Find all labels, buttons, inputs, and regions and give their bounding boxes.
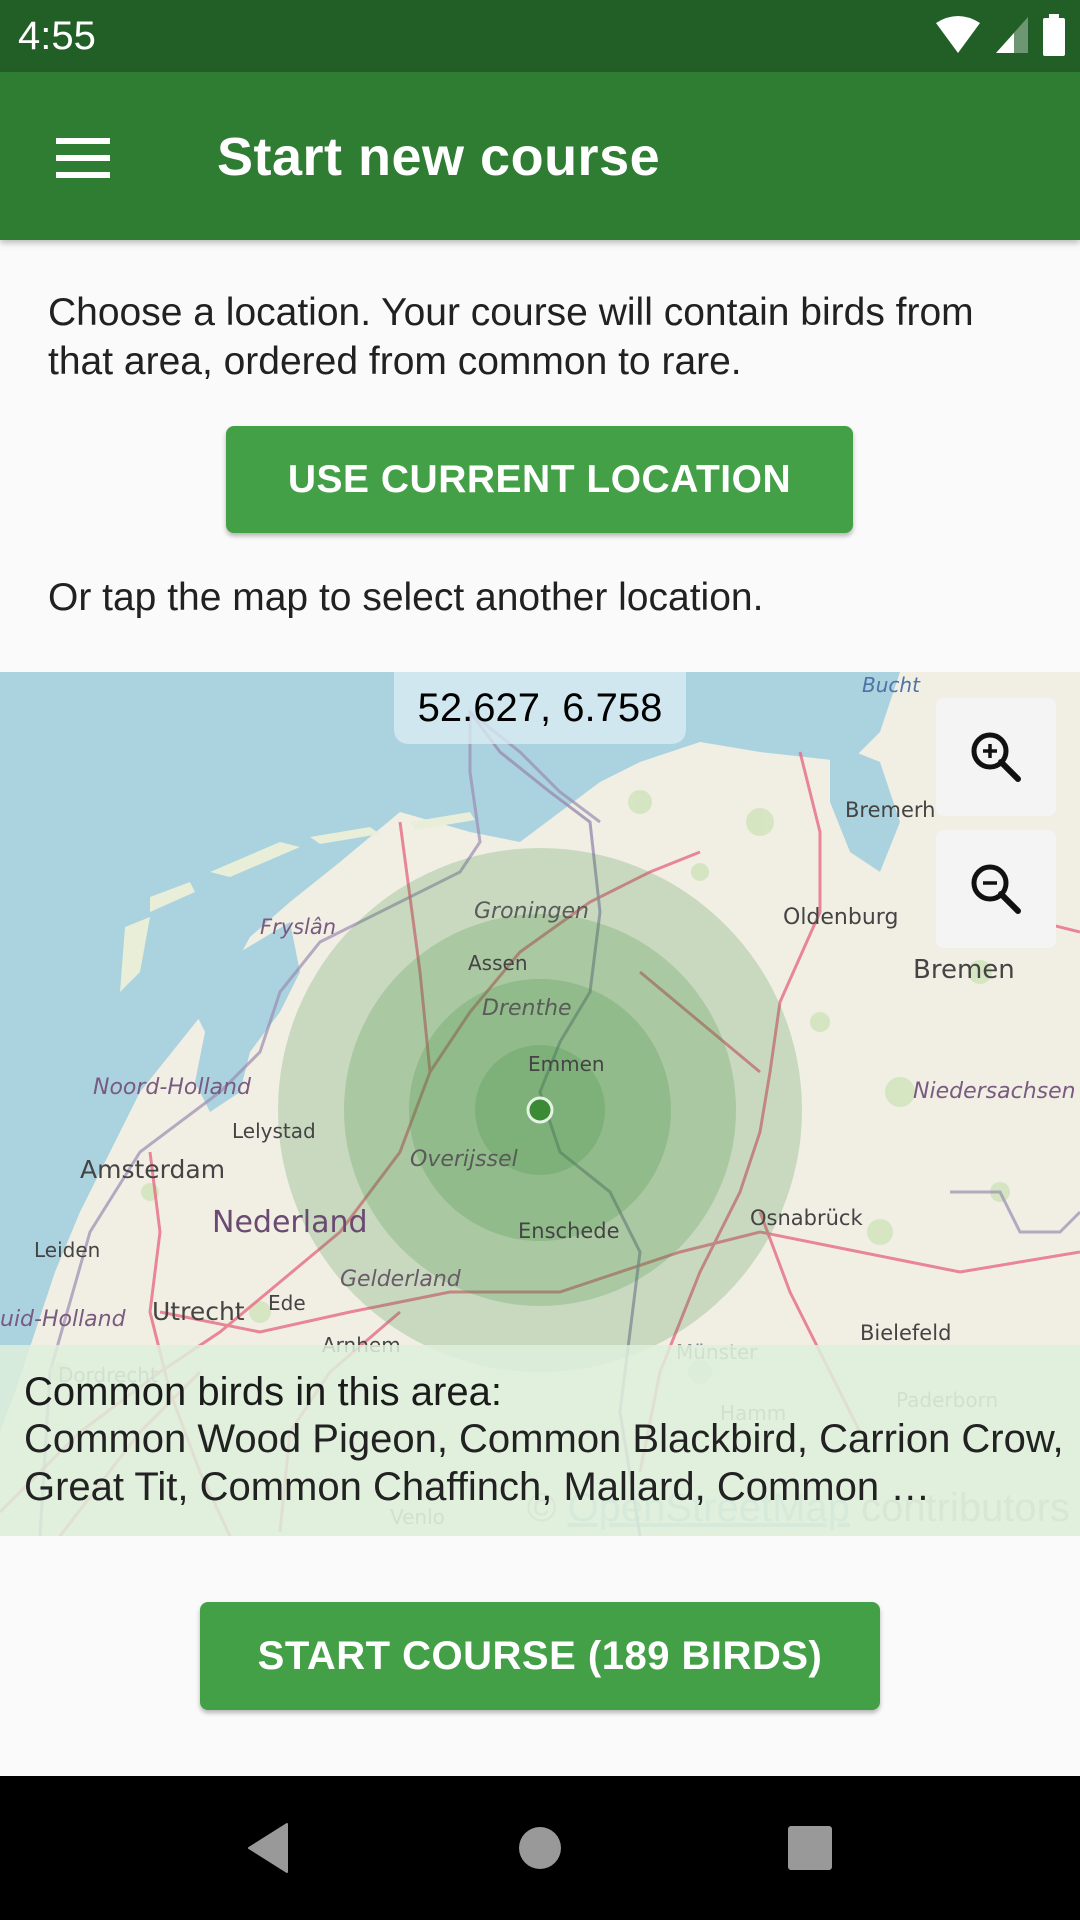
back-button[interactable] [228, 1816, 308, 1880]
map-label-osnabruck: Osnabrück [750, 1206, 863, 1230]
map-label-amsterdam: Amsterdam [80, 1155, 225, 1184]
wifi-icon [936, 16, 980, 53]
map-instruction-text: Or tap the map to select another locatio… [48, 576, 764, 619]
map-label-oldenburg: Oldenburg [783, 905, 898, 930]
map-label-assen: Assen [468, 951, 528, 975]
map-label-lelystad: Lelystad [232, 1119, 316, 1143]
map-label-bielefeld: Bielefeld [860, 1321, 951, 1345]
map-label-niedersachsen: Niedersachsen [913, 1079, 1076, 1104]
location-marker [526, 1096, 554, 1124]
common-birds-list: Common Wood Pigeon, Common Blackbird, Ca… [24, 1417, 1064, 1509]
map-label-emmen: Emmen [528, 1052, 605, 1076]
status-bar: 4:55 [0, 0, 1080, 72]
status-icons [934, 14, 1066, 56]
coordinates-readout: 52.627, 6.758 [394, 672, 686, 744]
map-label-utrecht: Utrecht [152, 1297, 245, 1326]
map-label-groningen: Groningen [474, 899, 589, 924]
map-label-ede: Ede [268, 1291, 306, 1315]
map-label-nederland: Nederland [212, 1205, 368, 1240]
map-label-zuid-holland: uid-Holland [0, 1307, 127, 1332]
hamburger-menu-icon[interactable] [56, 138, 112, 178]
start-course-button[interactable]: START COURSE (189 BIRDS) [200, 1602, 880, 1710]
common-birds-panel: Common birds in this area: Common Wood P… [0, 1345, 1080, 1536]
zoom-in-button[interactable] [936, 698, 1056, 816]
status-time: 4:55 [18, 14, 96, 58]
battery-icon [1043, 14, 1065, 56]
cell-signal-icon [996, 17, 1028, 53]
app-bar: Start new course [0, 72, 1080, 240]
recents-button[interactable] [770, 1816, 850, 1880]
map-label-bucht: Bucht [862, 673, 921, 697]
map-label-noord-holland: Noord-Holland [93, 1075, 252, 1100]
map-label-gelderland: Gelderland [340, 1267, 462, 1292]
navigation-bar [0, 1776, 1080, 1920]
recents-icon [788, 1826, 832, 1870]
zoom-out-button[interactable] [936, 830, 1056, 948]
back-icon [248, 1823, 288, 1873]
zoom-out-icon [971, 864, 1021, 914]
map-label-fryslan: Fryslân [260, 915, 336, 939]
page-title: Start new course [217, 127, 661, 187]
common-birds-heading: Common birds in this area: [24, 1370, 502, 1414]
map-label-leiden: Leiden [34, 1238, 100, 1262]
map-label-bremen: Bremen [913, 955, 1015, 985]
map-label-drenthe: Drenthe [482, 996, 572, 1021]
map-label-enschede: Enschede [518, 1219, 620, 1243]
map-label-bremerhaven: Bremerh [845, 798, 935, 822]
zoom-in-icon [971, 732, 1021, 782]
intro-text: Choose a location. Your course will cont… [48, 291, 974, 383]
map-label-overijssel: Overijssel [410, 1147, 518, 1172]
use-current-location-button[interactable]: USE CURRENT LOCATION [226, 426, 853, 533]
home-button[interactable] [500, 1816, 580, 1880]
home-icon [519, 1827, 561, 1869]
